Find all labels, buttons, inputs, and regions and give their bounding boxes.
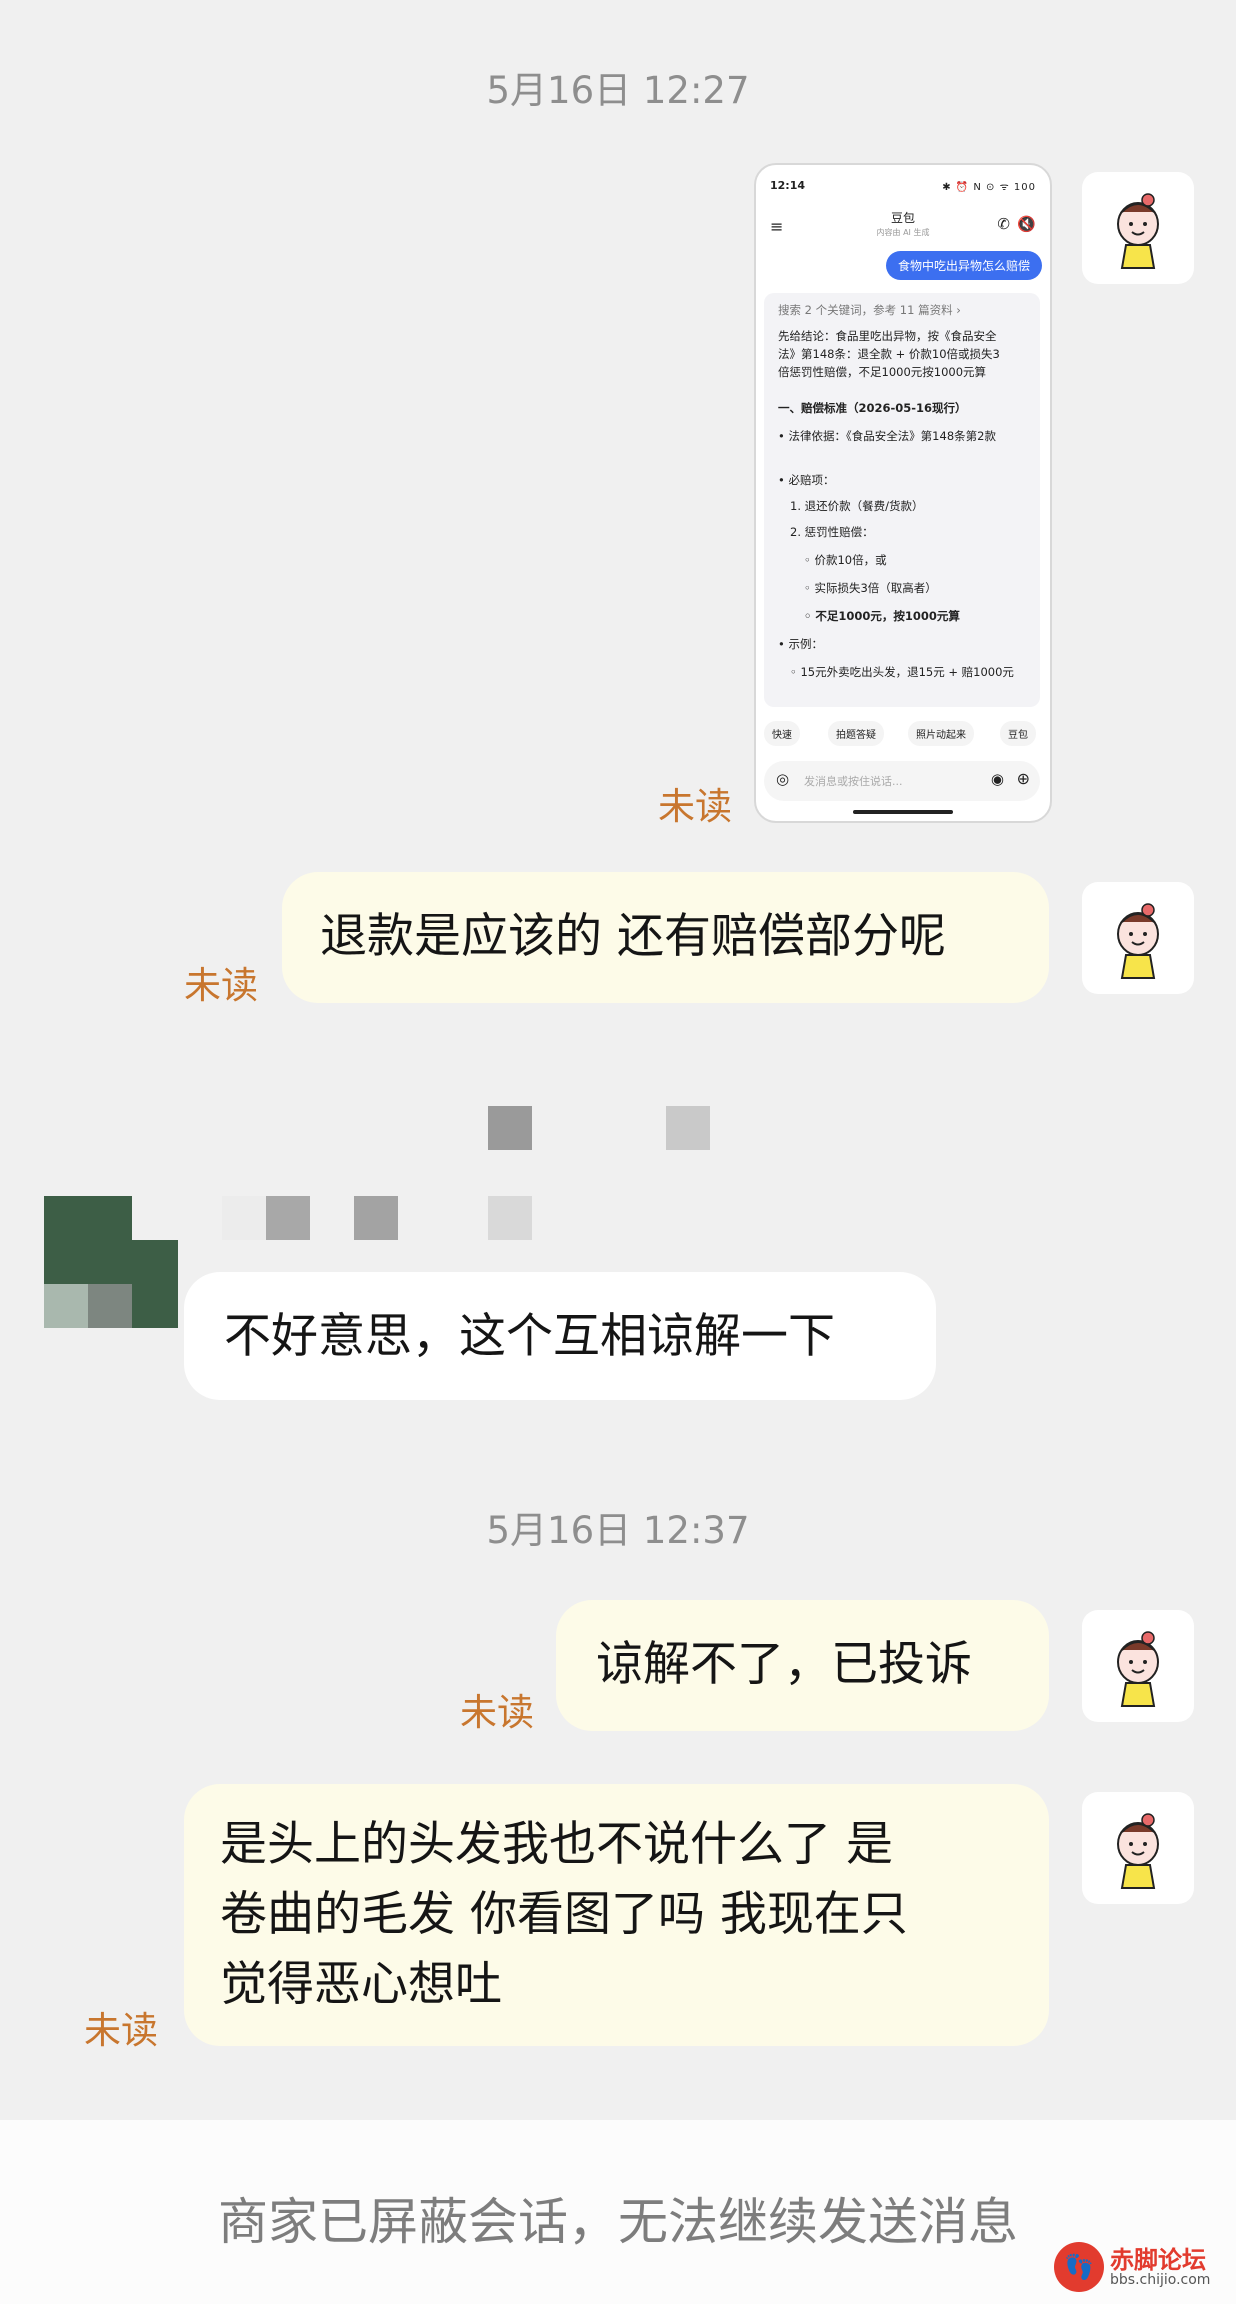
screenshot-line: 1. 退还价款（餐费/货款）	[790, 499, 924, 513]
blocked-footer: 商家已屏蔽会话，无法继续发送消息 👣 赤脚论坛 bbs.chijio.com	[0, 2120, 1236, 2304]
message-text-line: 是头上的头发我也不说什么了 是	[220, 1817, 893, 1872]
unread-label: 未读	[184, 964, 258, 1007]
screenshot-line: 一、赔偿标准（2026-05-16现行）	[778, 401, 967, 415]
timestamp: 5月16日 12:27	[486, 69, 750, 112]
message-bubble-sent[interactable]: 谅解不了，已投诉	[556, 1600, 1049, 1731]
screenshot-line: • 法律依据：《食品安全法》第148条第2款	[778, 429, 996, 443]
screenshot-line: • 示例：	[778, 637, 823, 651]
screenshot-line: • 必赔项：	[778, 473, 835, 487]
screenshot-line: ◦ 价款10倍，或	[804, 553, 887, 567]
user-avatar[interactable]	[1082, 882, 1194, 994]
cartoon-girl-avatar-icon	[1117, 1813, 1159, 1889]
message-text-line: 觉得恶心想吐	[220, 1957, 502, 2012]
user-avatar[interactable]	[1082, 172, 1194, 284]
screenshot-time: 12:14	[770, 179, 806, 192]
plus-icon: ⊕	[1016, 769, 1030, 788]
message-bubble-received[interactable]: 不好意思，这个互相谅解一下	[184, 1272, 936, 1400]
screenshot-line: ◦ 实际损失3倍（取高者）	[804, 581, 937, 595]
message-bubble-sent[interactable]: 退款是应该的 还有赔偿部分呢	[282, 872, 1049, 1003]
unread-label: 未读	[84, 2009, 158, 2052]
screenshot-line: 2. 惩罚性赔偿：	[790, 525, 874, 539]
voice-icon: ◉	[990, 770, 1004, 788]
screenshot-chip: 照片动起来	[908, 721, 974, 746]
screenshot-line: 先给结论：食品里吃出异物，按《食品安全	[778, 329, 997, 343]
screenshot-question-bubble: 食物中吃出异物怎么赔偿	[885, 251, 1042, 280]
message-text-line: 卷曲的毛发 你看图了吗 我现在只	[220, 1887, 908, 1942]
screenshot-chip: 豆包	[1000, 721, 1036, 746]
screenshot-input-placeholder: 发消息或按住说话...	[804, 775, 903, 788]
footprint-logo-icon: 👣	[1054, 2242, 1104, 2292]
screenshot-chip: 拍题答疑	[828, 721, 884, 746]
timestamp: 5月16日 12:37	[486, 1509, 750, 1552]
message-text: 退款是应该的 还有赔偿部分呢	[320, 909, 946, 964]
cartoon-girl-avatar-icon	[1117, 193, 1159, 269]
unread-label: 未读	[658, 785, 732, 828]
screenshot-line: 法》第148条：退全款 + 价款10倍或损失3	[778, 347, 1000, 361]
screenshot-input-bar: ◎ 发消息或按住说话... ◉ ⊕	[764, 761, 1040, 801]
screenshot-line: ◦ 15元外卖吃出头发，退15元 + 赔1000元	[790, 665, 1014, 679]
phone-icon: ✆	[997, 215, 1010, 233]
home-indicator	[853, 810, 953, 814]
camera-icon: ◎	[776, 770, 790, 788]
screenshot-search-info: 搜索 2 个关键词，参考 11 篇资料 ›	[778, 303, 961, 317]
user-avatar[interactable]	[1082, 1610, 1194, 1722]
screenshot-status-icons: ✱ ⏰ N ⊙ ᯤ 100	[942, 182, 1036, 193]
unread-label: 未读	[460, 1691, 534, 1734]
blocked-notice: 商家已屏蔽会话，无法继续发送消息	[218, 2193, 1018, 2251]
message-bubble-sent[interactable]: 是头上的头发我也不说什么了 是 卷曲的毛发 你看图了吗 我现在只 觉得恶心想吐	[184, 1784, 1049, 2046]
watermark-url: bbs.chijio.com	[1110, 2272, 1211, 2288]
cartoon-girl-avatar-icon	[1117, 903, 1159, 979]
image-message[interactable]: 12:14 ✱ ⏰ N ⊙ ᯤ 100 ≡ 豆包 内容由 AI 生成 ✆ 🔇 食…	[754, 163, 1052, 823]
screenshot-chip-bar: 快速 拍题答疑 照片动起来 豆包	[756, 721, 1050, 749]
watermark: 👣 赤脚论坛 bbs.chijio.com	[1054, 2238, 1224, 2296]
screenshot-line: ◦ 不足1000元，按1000元算	[804, 609, 960, 623]
screenshot-line: 倍惩罚性赔偿，不足1000元按1000元算	[778, 365, 987, 379]
cartoon-girl-avatar-icon	[1117, 1631, 1159, 1707]
user-avatar[interactable]	[1082, 1792, 1194, 1904]
message-text: 不好意思，这个互相谅解一下	[224, 1309, 835, 1364]
screenshot-chip: 快速	[764, 721, 800, 746]
mute-icon: 🔇	[1017, 215, 1036, 233]
watermark-name: 赤脚论坛	[1110, 2246, 1206, 2274]
message-text: 谅解不了，已投诉	[596, 1637, 972, 1692]
screenshot-answer-card: 搜索 2 个关键词，参考 11 篇资料 › 先给结论：食品里吃出异物，按《食品安…	[764, 293, 1040, 707]
